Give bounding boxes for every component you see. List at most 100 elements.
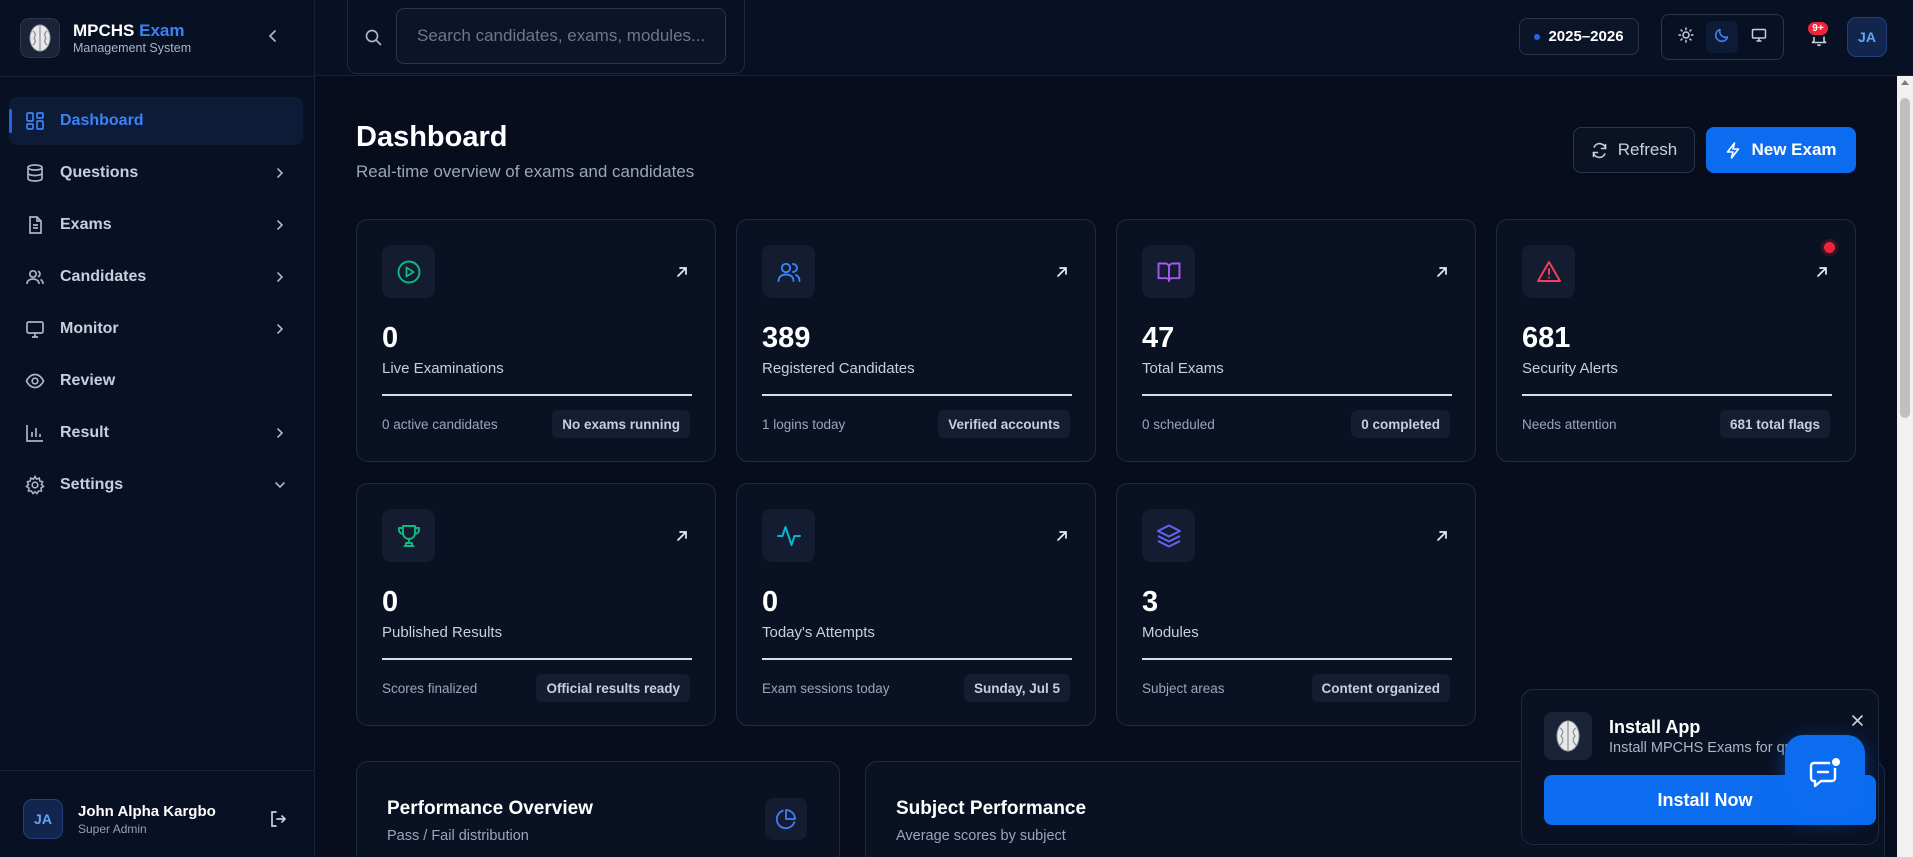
chat-icon <box>1805 753 1845 798</box>
brand[interactable]: MPCHS Exam Management System <box>20 18 191 58</box>
chevron-down-icon <box>272 477 288 493</box>
stat-card-modules[interactable]: 3 Modules Subject areas Content organize… <box>1116 483 1476 726</box>
sidebar-item-settings[interactable]: Settings <box>9 461 303 509</box>
stat-label: Live Examinations <box>382 360 504 377</box>
page-subtitle: Real-time overview of exams and candidat… <box>356 162 695 181</box>
status-badge: 681 total flags <box>1719 410 1830 438</box>
stat-card-todays-attempts[interactable]: 0 Today's Attempts Exam sessions today S… <box>736 483 1096 726</box>
chevron-right-icon <box>272 217 288 233</box>
logout-icon[interactable] <box>268 809 288 829</box>
sidebar-item-dashboard[interactable]: Dashboard <box>9 97 303 145</box>
stat-value: 3 <box>1142 586 1159 618</box>
arrow-up-right-icon[interactable] <box>1814 264 1830 280</box>
stat-card-security-alerts[interactable]: 681 Security Alerts Needs attention 681 … <box>1496 219 1856 462</box>
search-input[interactable] <box>396 8 726 64</box>
light-theme-button[interactable] <box>1670 21 1702 53</box>
sidebar-item-candidates[interactable]: Candidates <box>9 253 303 301</box>
refresh-button[interactable]: Refresh <box>1573 127 1695 173</box>
sidebar-item-label: Monitor <box>60 320 119 337</box>
eye-icon <box>24 370 46 392</box>
stat-value: 47 <box>1142 322 1175 354</box>
divider <box>762 658 1072 660</box>
stat-label: Today's Attempts <box>762 624 875 641</box>
gear-icon <box>24 474 46 496</box>
file-text-icon <box>24 214 46 236</box>
stat-value: 0 <box>382 586 399 618</box>
sidebar-item-label: Dashboard <box>60 112 144 129</box>
brand-title: MPCHS Exam <box>73 20 185 40</box>
collapse-sidebar-button[interactable] <box>262 25 284 47</box>
sidebar-item-label: Settings <box>60 476 124 493</box>
scrollbar-thumb[interactable] <box>1900 98 1910 418</box>
avatar[interactable]: JA <box>23 799 63 839</box>
chat-button[interactable] <box>1785 735 1865 815</box>
refresh-icon <box>1591 142 1608 159</box>
stat-value: 0 <box>382 322 399 354</box>
arrow-up-right-icon[interactable] <box>1434 528 1450 544</box>
system-theme-button[interactable] <box>1743 21 1775 53</box>
theme-switcher <box>1661 14 1784 60</box>
topbar: 2025–2026 9+ JA <box>315 0 1913 76</box>
status-badge: Content organized <box>1311 674 1450 702</box>
layers-icon <box>1142 509 1195 562</box>
sidebar-item-review[interactable]: Review <box>9 357 303 405</box>
alert-triangle-icon <box>1522 245 1575 298</box>
arrow-up-right-icon[interactable] <box>1054 528 1070 544</box>
stat-card-registered-candidates[interactable]: 389 Registered Candidates 1 logins today… <box>736 219 1096 462</box>
stat-value: 389 <box>762 322 811 354</box>
sidebar-item-exams[interactable]: Exams <box>9 201 303 249</box>
book-open-icon <box>1142 245 1195 298</box>
performance-overview-panel: Performance Overview Pass / Fail distrib… <box>356 761 840 857</box>
stat-footnote: Scores finalized <box>382 681 478 696</box>
divider <box>1142 658 1452 660</box>
stat-value: 681 <box>1522 322 1571 354</box>
sidebar-item-questions[interactable]: Questions <box>9 149 303 197</box>
page-title: Dashboard <box>356 121 508 153</box>
alert-indicator-dot <box>1821 239 1838 256</box>
scroll-up-arrow-icon[interactable] <box>1901 80 1909 85</box>
stat-footnote: 0 active candidates <box>382 417 498 432</box>
sidebar-item-monitor[interactable]: Monitor <box>9 305 303 353</box>
divider <box>762 394 1072 396</box>
new-exam-label: New Exam <box>1751 140 1837 159</box>
avatar[interactable]: JA <box>1847 17 1887 57</box>
academic-year-badge[interactable]: 2025–2026 <box>1519 18 1639 55</box>
academic-year-text: 2025–2026 <box>1548 28 1624 45</box>
install-title: Install App <box>1609 717 1701 737</box>
sidebar-item-label: Result <box>60 424 109 441</box>
stat-label: Published Results <box>382 624 503 641</box>
arrow-up-right-icon[interactable] <box>674 528 690 544</box>
stat-card-published-results[interactable]: 0 Published Results Scores finalized Off… <box>356 483 716 726</box>
close-icon[interactable] <box>1849 712 1865 728</box>
panel-subtitle: Pass / Fail distribution <box>387 828 529 844</box>
sidebar-item-label: Exams <box>60 216 112 233</box>
chevron-right-icon <box>272 269 288 285</box>
stat-footnote: 1 logins today <box>762 417 846 432</box>
sun-icon <box>1678 26 1694 48</box>
scrollbar[interactable] <box>1897 76 1913 857</box>
user-role: Super Admin <box>78 822 147 836</box>
brain-logo-icon <box>1544 712 1592 760</box>
status-badge: No exams running <box>552 410 690 438</box>
sidebar-divider <box>0 76 315 77</box>
stat-card-live-examinations[interactable]: 0 Live Examinations 0 active candidates … <box>356 219 716 462</box>
arrow-up-right-icon[interactable] <box>674 264 690 280</box>
panel-title: Performance Overview <box>387 798 593 819</box>
chevron-right-icon <box>272 425 288 441</box>
brain-logo-icon <box>20 18 60 58</box>
trophy-icon <box>382 509 435 562</box>
activity-icon <box>762 509 815 562</box>
divider <box>382 658 692 660</box>
stat-footnote: Exam sessions today <box>762 681 890 696</box>
arrow-up-right-icon[interactable] <box>1434 264 1450 280</box>
arrow-up-right-icon[interactable] <box>1054 264 1070 280</box>
sidebar-item-result[interactable]: Result <box>9 409 303 457</box>
stat-label: Registered Candidates <box>762 360 915 377</box>
play-circle-icon <box>382 245 435 298</box>
monitor-icon <box>1751 27 1767 48</box>
user-name: John Alpha Kargbo <box>78 803 216 820</box>
stat-card-total-exams[interactable]: 47 Total Exams 0 scheduled 0 completed <box>1116 219 1476 462</box>
notification-badge: 9+ <box>1806 20 1830 37</box>
new-exam-button[interactable]: New Exam <box>1706 127 1856 173</box>
dark-theme-button[interactable] <box>1706 21 1739 53</box>
